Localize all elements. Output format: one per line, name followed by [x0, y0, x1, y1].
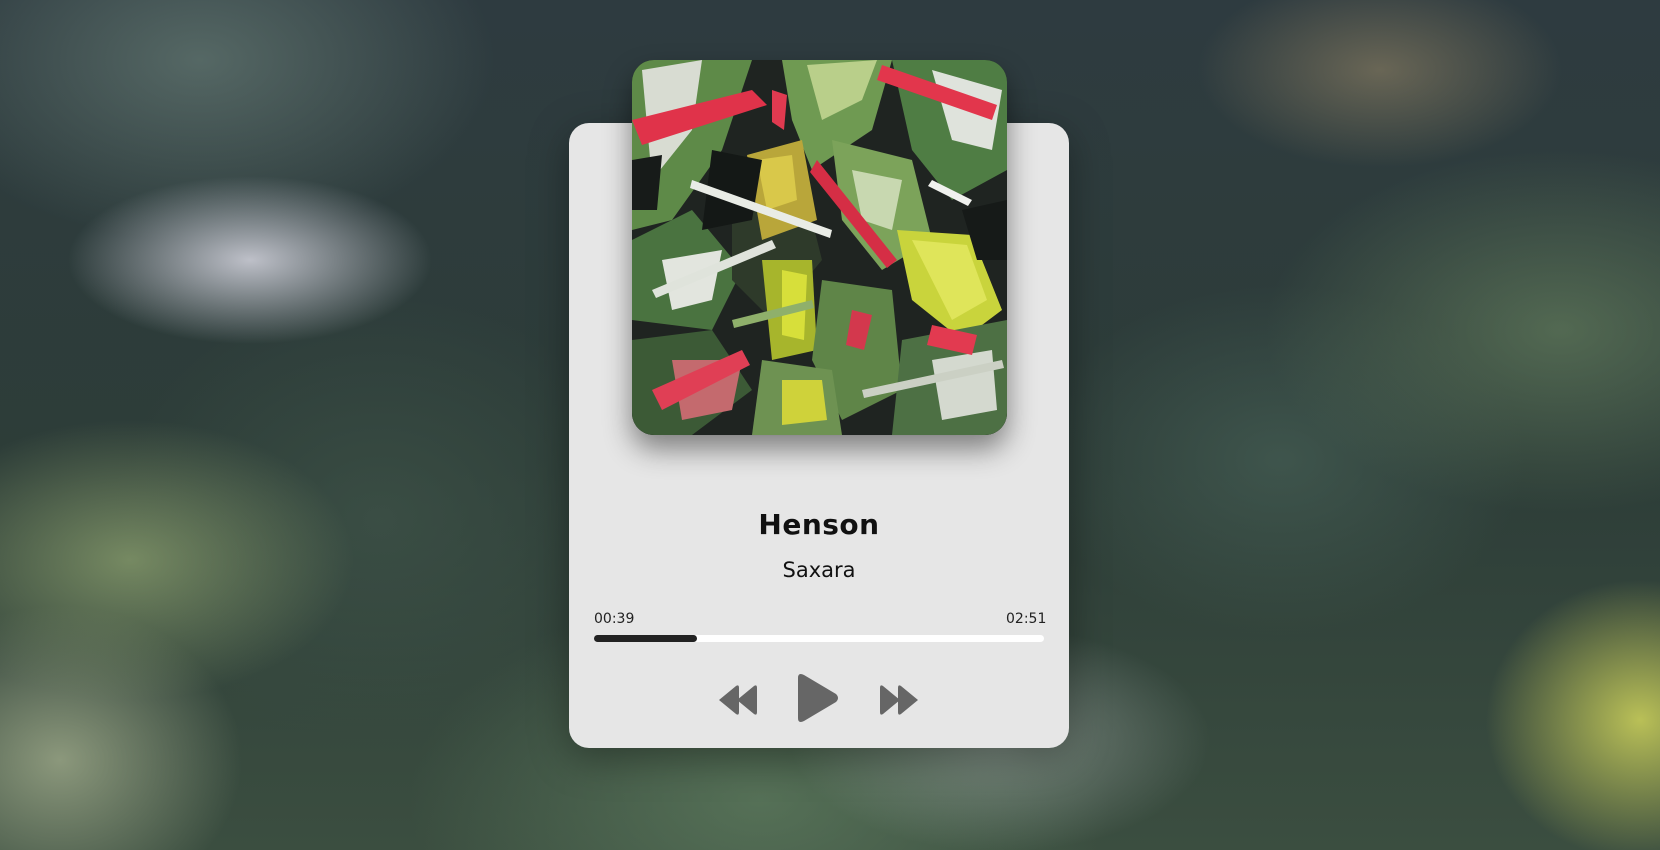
album-art-painting: [632, 60, 1007, 435]
fast-forward-icon: [880, 685, 918, 715]
rewind-icon: [719, 685, 757, 715]
progress-fill: [594, 635, 697, 642]
previous-button[interactable]: [717, 682, 759, 718]
current-time: 00:39: [594, 611, 635, 627]
track-artist: Saxara: [782, 558, 856, 582]
next-button[interactable]: [878, 682, 920, 718]
play-button[interactable]: [794, 672, 840, 724]
play-icon: [798, 674, 838, 722]
progress-bar[interactable]: [594, 635, 1044, 642]
track-duration: 02:51: [1006, 611, 1047, 627]
track-title: Henson: [758, 508, 880, 541]
album-cover: [632, 60, 1007, 435]
